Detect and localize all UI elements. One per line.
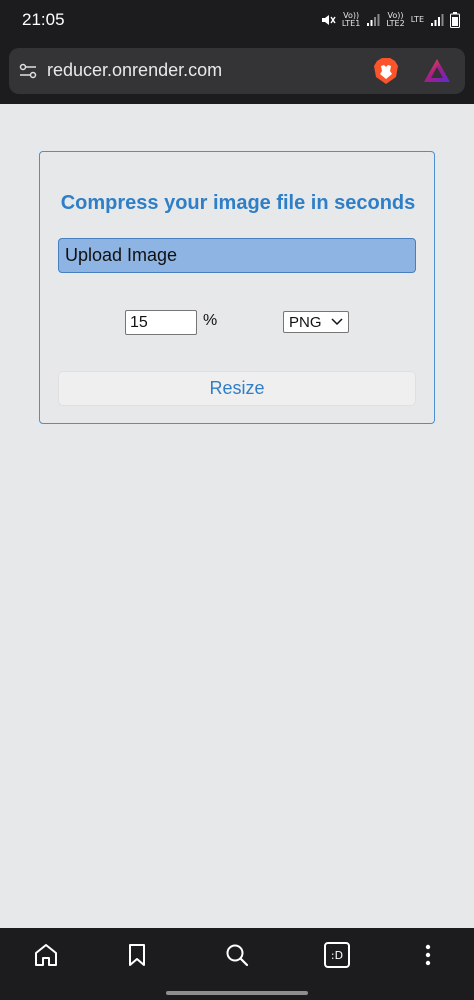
brave-rewards-icon[interactable] (423, 58, 451, 84)
resize-button[interactable]: Resize (58, 371, 416, 406)
home-indicator[interactable] (166, 991, 308, 995)
url-text[interactable]: reducer.onrender.com (47, 60, 222, 81)
home-icon[interactable] (33, 942, 59, 968)
status-bar: 21:05 Vo)) LTE1 Vo)) LTE2 LTE (0, 0, 474, 40)
brave-lion-icon[interactable] (373, 57, 399, 85)
status-icons: Vo)) LTE1 Vo)) LTE2 LTE (320, 11, 460, 29)
bookmark-icon[interactable] (124, 942, 150, 968)
signal-icon (367, 14, 380, 26)
mute-icon (321, 15, 336, 25)
percent-input[interactable] (125, 310, 197, 335)
tune-icon[interactable] (18, 61, 38, 81)
signal-icon (431, 14, 444, 26)
upload-image-button[interactable]: Upload Image (58, 238, 416, 273)
page-title: Compress your image file in seconds (60, 192, 416, 214)
battery-icon (450, 12, 460, 28)
sim2-label: Vo)) LTE2 (386, 11, 405, 28)
status-time: 21:05 (22, 10, 65, 29)
sim1-label: Vo)) LTE1 (341, 11, 361, 28)
chevron-down-icon (331, 318, 343, 326)
more-icon[interactable] (415, 942, 441, 968)
percent-sign: % (203, 312, 218, 329)
address-bar[interactable]: reducer.onrender.com (9, 48, 465, 94)
format-select[interactable]: PNG (283, 311, 349, 333)
sim2-network-label: LTE (410, 15, 424, 24)
browser-toolbar: reducer.onrender.com (0, 40, 474, 104)
bottom-nav: :D (0, 928, 474, 1000)
format-selected-value: PNG (289, 313, 322, 331)
tabs-icon[interactable]: :D (324, 942, 350, 968)
compress-card: Compress your image file in seconds Uplo… (39, 151, 435, 424)
search-icon[interactable] (224, 942, 250, 968)
page-content: Compress your image file in seconds Uplo… (0, 104, 474, 928)
